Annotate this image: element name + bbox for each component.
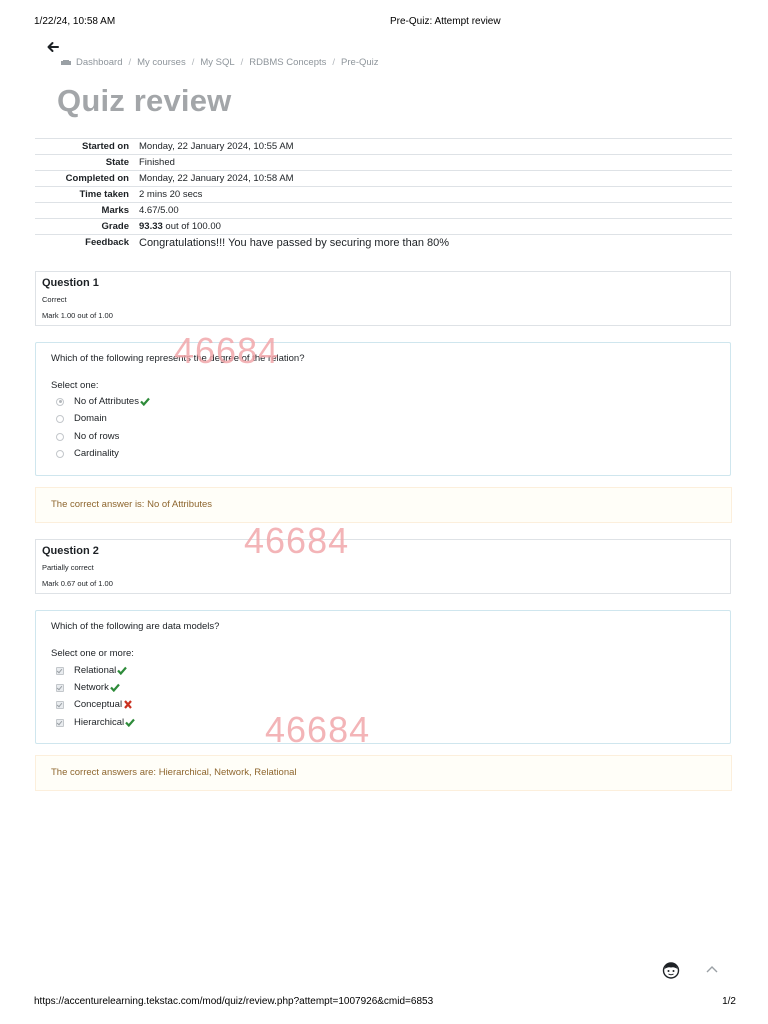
breadcrumb-my-sql[interactable]: My SQL: [200, 57, 234, 68]
right-answer: The correct answer is: No of Attributes: [51, 499, 213, 510]
print-page-number: 1/2: [722, 996, 736, 1007]
radio-button[interactable]: [56, 414, 64, 423]
summary-value: Congratulations!!! You have passed by se…: [139, 234, 732, 250]
breadcrumb-dashboard[interactable]: Dashboard: [76, 57, 122, 68]
correct-check-icon: [140, 397, 150, 406]
question-grade: Mark 0.67 out of 1.00: [42, 579, 113, 588]
question-1-info: Question 1 Correct Mark 1.00 out of 1.00: [35, 271, 731, 326]
option-label: No of Attributes: [74, 396, 139, 407]
summary-label: Completed on: [35, 170, 139, 187]
print-url: https://accenturelearning.tekstac.com/mo…: [34, 996, 434, 1007]
print-title: Pre-Quiz: Attempt review: [390, 16, 501, 27]
correct-check-icon: [117, 666, 128, 675]
watermark: 46684: [265, 709, 371, 750]
grade-out-of: out of 100.00: [162, 221, 221, 232]
breadcrumb: Dashboard / My courses / My SQL / RDBMS …: [60, 57, 379, 68]
summary-label: Started on: [35, 138, 139, 155]
summary-label: Time taken: [35, 186, 139, 203]
summary-row-started: Started on Monday, 22 January 2024, 10:5…: [35, 138, 732, 155]
correct-check-icon: [125, 718, 135, 727]
summary-value: 93.33 out of 100.00: [139, 218, 732, 235]
answer-option[interactable]: Domain: [56, 413, 107, 424]
right-answer: The correct answers are: Hierarchical, N…: [51, 767, 297, 778]
breadcrumb-rdbms-concepts[interactable]: RDBMS Concepts: [249, 57, 326, 68]
summary-row-time-taken: Time taken 2 mins 20 secs: [35, 186, 732, 203]
summary-row-completed: Completed on Monday, 22 January 2024, 10…: [35, 170, 732, 187]
summary-row-feedback: Feedback Congratulations!!! You have pas…: [35, 234, 732, 250]
summary-row-marks: Marks 4.67/5.00: [35, 202, 732, 219]
question-state: Partially correct: [42, 563, 94, 572]
summary-label: Grade: [35, 218, 139, 235]
breadcrumb-separator: /: [240, 57, 244, 68]
option-label: Network: [74, 682, 109, 693]
checkbox[interactable]: [56, 666, 64, 675]
breadcrumb-my-courses[interactable]: My courses: [137, 57, 186, 68]
grade-score: 93.33: [139, 221, 163, 232]
radio-button[interactable]: [56, 397, 64, 406]
breadcrumb-separator: /: [332, 57, 336, 68]
breadcrumb-separator: /: [191, 57, 195, 68]
print-header: 1/22/24, 10:58 AM Pre-Quiz: Attempt revi…: [34, 16, 734, 30]
back-arrow-icon[interactable]: [46, 40, 60, 54]
question-number: Question 2: [42, 545, 99, 557]
dashboard-icon: [61, 59, 71, 65]
option-label: Conceptual: [74, 699, 123, 710]
answer-option[interactable]: Hierarchical: [56, 717, 135, 728]
watermark: 46684: [174, 330, 280, 371]
question-grade: Mark 1.00 out of 1.00: [42, 311, 113, 320]
summary-value: 2 mins 20 secs: [139, 186, 732, 203]
watermark: 46684: [244, 520, 350, 561]
answer-prompt: Select one:: [51, 380, 99, 391]
radio-button[interactable]: [56, 432, 64, 441]
breadcrumb-pre-quiz[interactable]: Pre-Quiz: [341, 57, 378, 68]
page-title: Quiz review: [57, 83, 232, 118]
answer-option[interactable]: Network: [56, 682, 120, 693]
answer-prompt: Select one or more:: [51, 648, 134, 659]
summary-value: Monday, 22 January 2024, 10:58 AM: [139, 170, 732, 187]
summary-value: Monday, 22 January 2024, 10:55 AM: [139, 138, 732, 155]
option-label: Domain: [74, 413, 107, 424]
answer-option[interactable]: No of Attributes: [56, 396, 150, 407]
incorrect-cross-icon: [124, 700, 132, 709]
question-1-feedback: The correct answer is: No of Attributes: [35, 487, 732, 523]
correct-check-icon: [110, 683, 120, 692]
attempt-summary-table: Started on Monday, 22 January 2024, 10:5…: [35, 138, 732, 250]
answer-option[interactable]: Conceptual: [56, 699, 133, 710]
summary-row-state: State Finished: [35, 154, 732, 171]
answer-option[interactable]: No of rows: [56, 431, 119, 442]
summary-label: Feedback: [35, 234, 139, 250]
question-2-feedback: The correct answers are: Hierarchical, N…: [35, 755, 732, 791]
question-2-formulation: Which of the following are data models? …: [35, 610, 731, 744]
option-label: No of rows: [74, 431, 120, 442]
option-label: Relational: [74, 665, 117, 676]
question-text: Which of the following are data models?: [51, 621, 220, 632]
chevron-up-icon[interactable]: [704, 962, 720, 976]
option-label: Hierarchical: [74, 717, 125, 728]
checkbox[interactable]: [56, 683, 64, 692]
summary-value: 4.67/5.00: [139, 202, 732, 219]
print-date: 1/22/24, 10:58 AM: [34, 16, 116, 27]
summary-value: Finished: [139, 154, 732, 171]
breadcrumb-separator: /: [128, 57, 132, 68]
question-state: Correct: [42, 295, 67, 304]
radio-button[interactable]: [56, 449, 64, 458]
print-footer: https://accenturelearning.tekstac.com/mo…: [34, 996, 736, 1010]
answer-option[interactable]: Cardinality: [56, 448, 119, 459]
summary-row-grade: Grade 93.33 out of 100.00: [35, 218, 732, 235]
option-label: Cardinality: [74, 448, 119, 459]
summary-label: State: [35, 154, 139, 171]
answer-option[interactable]: Relational: [56, 665, 128, 676]
chat-avatar-icon[interactable]: [662, 961, 680, 979]
question-number: Question 1: [42, 277, 99, 289]
summary-label: Marks: [35, 202, 139, 219]
checkbox[interactable]: [56, 718, 64, 727]
question-2-info: Question 2 Partially correct Mark 0.67 o…: [35, 539, 731, 594]
question-1-formulation: Which of the following represents the de…: [35, 342, 731, 476]
checkbox[interactable]: [56, 700, 64, 709]
